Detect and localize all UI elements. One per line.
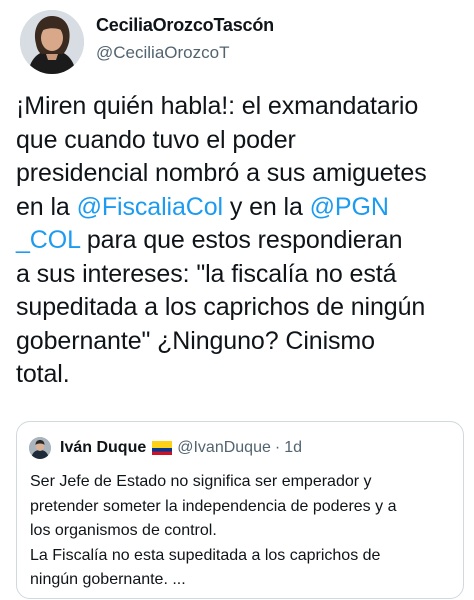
- mention-fiscaliacol-link[interactable]: @FiscaliaCol: [77, 193, 224, 221]
- tweet-line: total.: [16, 360, 70, 388]
- quoted-timestamp[interactable]: 1d: [284, 439, 302, 457]
- quoted-line: Ser Jefe de Estado no significa ser empe…: [30, 473, 372, 490]
- mention-pgn-col-link-continued[interactable]: _COL: [16, 226, 80, 254]
- tweet-text-fragment: para que estos respondieran: [79, 226, 403, 254]
- tweet-line: gobernante" ¿Ninguno? Cinismo: [16, 326, 375, 355]
- quoted-tweet-text: Ser Jefe de Estado no significa ser empe…: [30, 470, 456, 593]
- author-info: CeciliaOrozcoTascón @CeciliaOrozcoT: [96, 14, 274, 64]
- quoted-author-name[interactable]: Iván Duque: [60, 439, 146, 457]
- quoted-line: pretender someter la independencia de po…: [30, 497, 397, 515]
- quoted-tweet-header: Iván Duque @IvanDuque · 1d: [29, 436, 302, 460]
- quoted-tweet[interactable]: Iván Duque @IvanDuque · 1d Ser Jefe de E…: [16, 421, 464, 599]
- quoted-line: los organismos de control.: [30, 522, 217, 539]
- tweet-text-fragment: en la: [16, 192, 77, 221]
- colombia-flag-icon: [152, 441, 173, 455]
- tweet-line: ¡Miren quién habla!: el exmandatario: [16, 92, 419, 120]
- tweet-line: en la @FiscaliaCol y en la @PGN: [16, 191, 468, 225]
- tweet-text-fragment: y en la: [223, 192, 310, 221]
- quoted-author-avatar[interactable]: [29, 437, 51, 459]
- tweet-line: que cuando tuvo el poder: [16, 125, 296, 154]
- author-name[interactable]: CeciliaOrozcoTascón: [96, 14, 274, 36]
- quoted-line: ningún gobernante. ...: [30, 571, 186, 588]
- quoted-line: La Fiscalía no esta supeditada a los cap…: [30, 546, 381, 564]
- tweet-line: _COL para que estos respondieran: [16, 224, 468, 258]
- mention-pgn-col-link[interactable]: @PGN: [310, 193, 389, 221]
- tweet-line: a sus intereses: "la fiscalía no está: [16, 259, 397, 288]
- author-handle[interactable]: @CeciliaOrozcoT: [96, 42, 274, 64]
- tweet-line: presidencial nombró a sus amiguetes: [16, 159, 427, 187]
- tweet-text: ¡Miren quién habla!: el exmandatario que…: [16, 90, 468, 392]
- quoted-author-handle[interactable]: @IvanDuque: [177, 439, 271, 457]
- tweet-header: CeciliaOrozcoTascón @CeciliaOrozcoT: [20, 10, 460, 76]
- author-avatar[interactable]: [20, 10, 84, 74]
- tweet-line: supeditada a los caprichos de ningún: [16, 293, 426, 321]
- separator-dot: ·: [274, 439, 281, 456]
